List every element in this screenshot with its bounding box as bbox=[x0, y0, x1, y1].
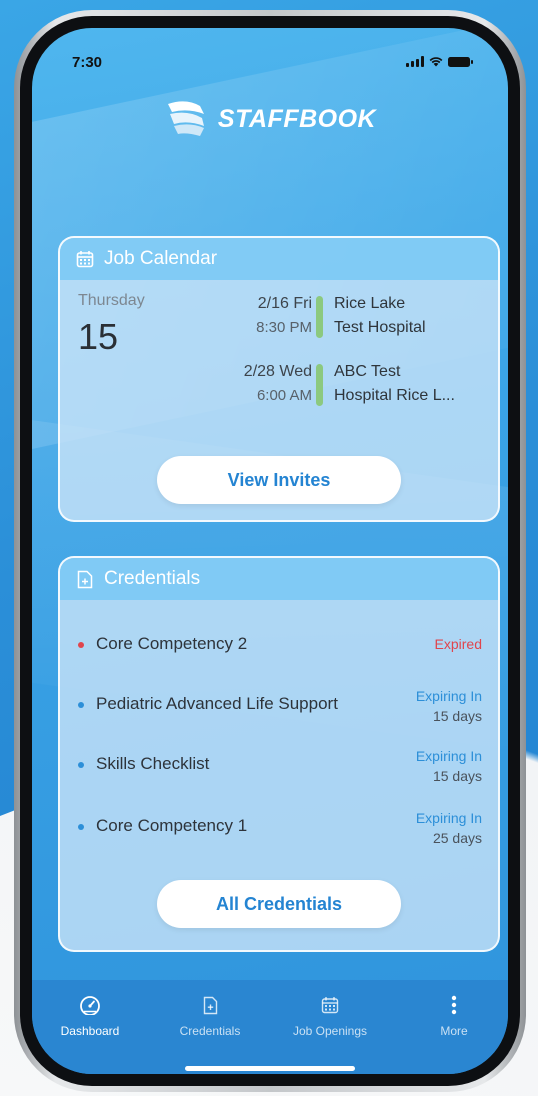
status-dot bbox=[78, 702, 84, 708]
document-plus-icon bbox=[160, 994, 260, 1016]
calendar-icon bbox=[76, 250, 94, 268]
phone-frame: 7:30 STAFFBOOK Job Calendar Thursday 15 … bbox=[14, 10, 526, 1092]
status-dot bbox=[78, 824, 84, 830]
view-invites-button[interactable]: View Invites bbox=[157, 456, 401, 504]
credentials-card: Credentials Core Competency 2 Expired Pe… bbox=[58, 556, 500, 952]
credential-expiry: 15 days bbox=[432, 708, 482, 724]
credential-expiry: 25 days bbox=[432, 830, 482, 846]
event-location-line2: Test Hospital bbox=[334, 319, 426, 336]
status-dot bbox=[78, 762, 84, 768]
event-location-line1: Rice Lake bbox=[334, 295, 406, 312]
credential-expiry: 15 days bbox=[432, 768, 482, 784]
brand-name: STAFFBOOK bbox=[217, 104, 377, 133]
document-plus-icon bbox=[76, 570, 94, 588]
credential-status: Expired bbox=[434, 636, 482, 652]
calendar-day-number: 15 bbox=[78, 316, 119, 357]
all-credentials-button[interactable]: All Credentials bbox=[157, 880, 401, 928]
job-calendar-card: Job Calendar Thursday 15 2/16 Fri 8:30 P… bbox=[58, 236, 500, 522]
bottom-tab-bar: Dashboard Credentials Job Openings More bbox=[32, 980, 508, 1074]
job-calendar-header: Job Calendar bbox=[60, 238, 498, 280]
tab-more[interactable]: More bbox=[404, 994, 504, 1038]
more-vertical-icon bbox=[404, 994, 504, 1016]
tab-label: Job Openings bbox=[292, 1024, 368, 1038]
home-indicator[interactable] bbox=[185, 1066, 355, 1071]
event-marker bbox=[316, 296, 323, 338]
credential-item[interactable]: Skills Checklist Expiring In 15 days bbox=[78, 744, 482, 788]
credential-name: Core Competency 2 bbox=[96, 634, 248, 653]
credential-name: Skills Checklist bbox=[96, 754, 210, 773]
event-time: 6:00 AM bbox=[256, 387, 312, 404]
event-location-line1: ABC Test bbox=[334, 363, 401, 380]
staffbook-logo-icon bbox=[167, 101, 204, 136]
credential-name: Pediatric Advanced Life Support bbox=[96, 694, 338, 713]
tab-credentials[interactable]: Credentials bbox=[160, 994, 260, 1038]
wifi-icon bbox=[429, 56, 443, 67]
credential-status: Expiring In bbox=[415, 810, 482, 826]
status-bar: 7:30 bbox=[32, 28, 508, 78]
job-calendar-title: Job Calendar bbox=[104, 248, 218, 269]
status-time: 7:30 bbox=[72, 54, 103, 71]
event-marker bbox=[316, 364, 323, 406]
credential-status: Expiring In bbox=[415, 748, 482, 764]
tab-label: Dashboard bbox=[60, 1024, 120, 1038]
battery-icon bbox=[448, 56, 473, 67]
event-time: 8:30 PM bbox=[256, 319, 312, 336]
calendar-event[interactable]: 2/28 Wed 6:00 AM ABC Test Hospital Rice … bbox=[210, 360, 480, 408]
dashboard-gauge-icon bbox=[40, 994, 140, 1016]
credential-item[interactable]: Core Competency 2 Expired bbox=[78, 624, 482, 668]
credential-item[interactable]: Core Competency 1 Expiring In 25 days bbox=[78, 806, 482, 850]
credential-status: Expiring In bbox=[415, 688, 482, 704]
tab-label: Credentials bbox=[179, 1024, 241, 1038]
event-date: 2/16 Fri bbox=[257, 295, 312, 312]
calendar-weekday: Thursday bbox=[78, 292, 145, 309]
event-date: 2/28 Wed bbox=[243, 363, 312, 380]
tab-job-openings[interactable]: Job Openings bbox=[280, 994, 380, 1038]
tab-dashboard[interactable]: Dashboard bbox=[40, 994, 140, 1038]
calendar-event[interactable]: 2/16 Fri 8:30 PM Rice Lake Test Hospital bbox=[210, 292, 480, 340]
credential-item[interactable]: Pediatric Advanced Life Support Expiring… bbox=[78, 684, 482, 728]
credentials-header: Credentials bbox=[60, 558, 498, 600]
brand-logo: STAFFBOOK bbox=[32, 100, 508, 138]
credentials-title: Credentials bbox=[104, 568, 201, 589]
app-screen: 7:30 STAFFBOOK Job Calendar Thursday 15 … bbox=[32, 28, 508, 1074]
credential-name: Core Competency 1 bbox=[96, 816, 248, 835]
tab-label: More bbox=[440, 1024, 468, 1038]
status-dot bbox=[78, 642, 84, 648]
event-location-line2: Hospital Rice L... bbox=[334, 387, 455, 404]
cellular-signal-icon bbox=[406, 56, 424, 67]
calendar-icon bbox=[280, 994, 380, 1016]
